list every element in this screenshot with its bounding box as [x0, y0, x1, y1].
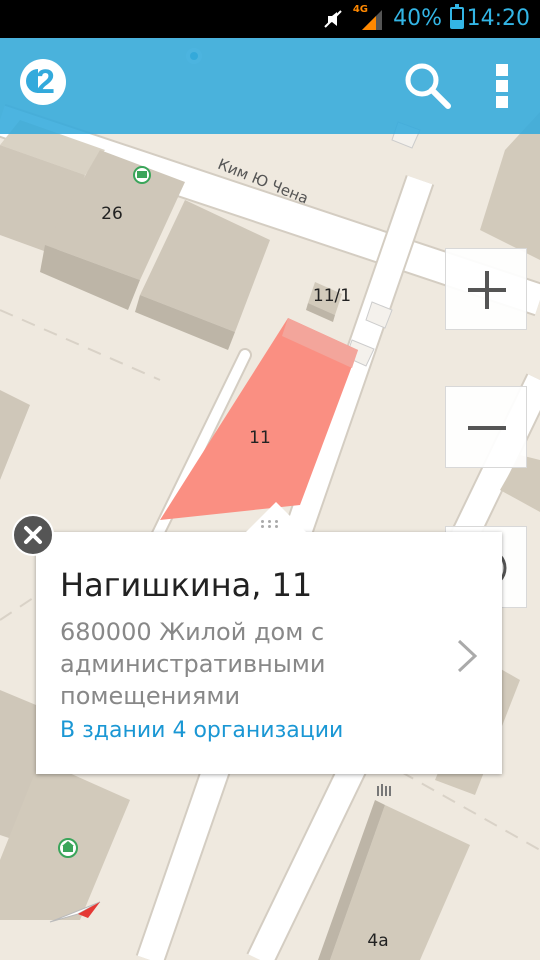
building-label-11-1: 11/1: [312, 286, 352, 306]
status-bar: 4G 40% 14:20: [0, 0, 540, 38]
search-icon[interactable]: [400, 58, 456, 114]
overflow-menu-icon[interactable]: [484, 58, 522, 114]
place-title: Нагишкина, 11: [60, 566, 313, 604]
organizations-link[interactable]: В здании 4 организации: [60, 718, 343, 743]
battery-icon: [450, 4, 464, 29]
map-view[interactable]: 26 11/1 11 4а Ким Ю Чена: [0, 38, 540, 960]
museum-icon[interactable]: [58, 838, 78, 858]
logo-text: 2: [36, 63, 55, 101]
place-card[interactable]: Нагишкина, 11 680000 Жилой дом с админис…: [36, 502, 502, 774]
drag-handle-icon[interactable]: [259, 520, 281, 528]
compass-icon[interactable]: [48, 896, 104, 926]
app-logo[interactable]: 2: [20, 59, 66, 105]
chevron-right-icon[interactable]: [454, 638, 480, 674]
zoom-in-button[interactable]: [445, 248, 527, 330]
building-label-11: 11: [249, 428, 271, 448]
battery-percent: 40%: [393, 6, 442, 31]
place-address: 680000 Жилой дом с административными пом…: [60, 618, 326, 710]
zoom-out-button[interactable]: [445, 386, 527, 468]
building-label-26: 26: [101, 204, 123, 224]
building-label-4a: 4а: [367, 931, 389, 951]
plus-icon: [468, 271, 506, 309]
close-icon: [24, 526, 42, 544]
minus-icon: [468, 426, 506, 430]
top-toolbar: 2: [0, 38, 540, 134]
mute-icon: [324, 10, 342, 28]
bus-stop-icon[interactable]: [133, 166, 151, 184]
clock: 14:20: [466, 6, 530, 31]
signal-icon: [362, 10, 382, 30]
close-card-button[interactable]: [12, 514, 54, 556]
